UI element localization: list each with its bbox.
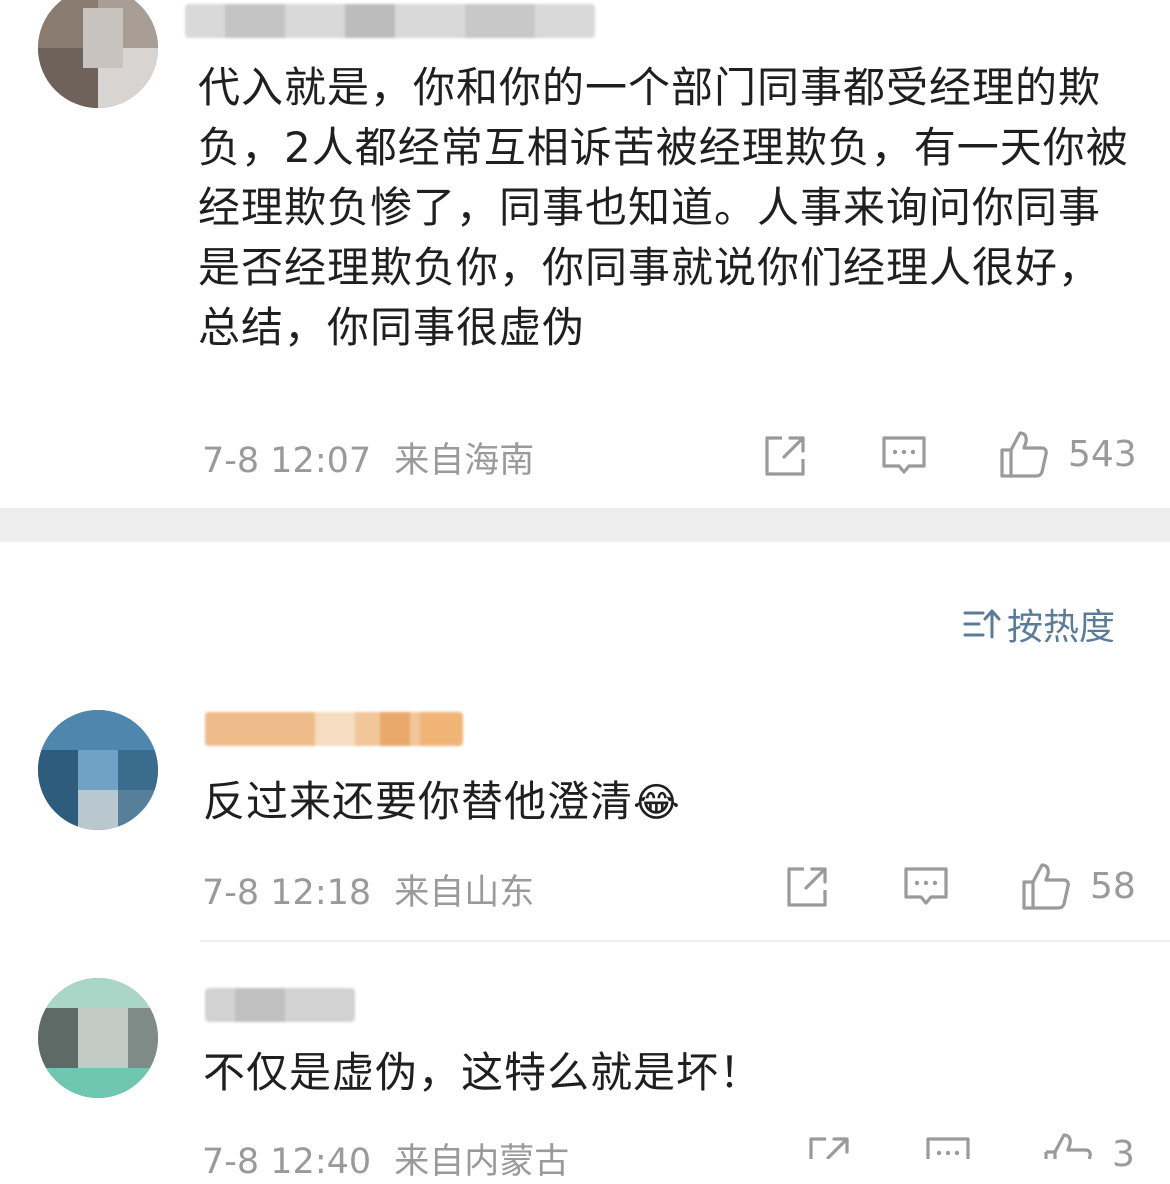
comment-meta: 7-8 12:18 来自山东 bbox=[202, 864, 534, 915]
share-icon[interactable] bbox=[784, 864, 830, 910]
comment-time: 7-8 12:40 bbox=[202, 1142, 372, 1182]
avatar[interactable] bbox=[38, 710, 158, 830]
laughing-emoji: 😂 bbox=[633, 780, 681, 826]
like-count: 3 bbox=[1112, 1134, 1135, 1175]
thumbs-up-icon[interactable] bbox=[1042, 1130, 1094, 1159]
comment-icon[interactable] bbox=[880, 433, 928, 479]
comment-icon[interactable] bbox=[902, 864, 950, 910]
comment-meta: 7-8 12:07 来自海南 bbox=[202, 432, 534, 483]
comment-text: 反过来还要你替他澄清😂 bbox=[203, 772, 903, 833]
comment-text-content: 反过来还要你替他澄清 bbox=[203, 777, 634, 826]
thumbs-up-icon[interactable] bbox=[1020, 860, 1072, 912]
sort-label: 按热度 bbox=[1007, 607, 1116, 648]
comment-divider bbox=[200, 940, 1170, 942]
sort-by-hot-button[interactable]: 按热度 bbox=[963, 600, 1115, 648]
section-divider bbox=[0, 508, 1170, 542]
comment-location: 来自内蒙古 bbox=[394, 1142, 570, 1182]
avatar[interactable] bbox=[38, 0, 158, 108]
thumbs-up-icon[interactable] bbox=[998, 428, 1050, 480]
share-icon[interactable] bbox=[806, 1134, 852, 1159]
comment-location: 来自山东 bbox=[394, 873, 535, 913]
comment-text: 不仅是虚伪，这特么就是坏！ bbox=[203, 1048, 763, 1097]
avatar[interactable] bbox=[38, 978, 158, 1098]
comment-location: 来自海南 bbox=[394, 441, 535, 481]
sort-icon bbox=[963, 609, 1001, 639]
username-blurred[interactable] bbox=[205, 988, 355, 1022]
like-count: 58 bbox=[1090, 866, 1136, 907]
comment-time: 7-8 12:18 bbox=[202, 873, 372, 913]
comment-icon[interactable] bbox=[924, 1134, 972, 1159]
share-icon[interactable] bbox=[762, 433, 808, 479]
username-blurred[interactable] bbox=[185, 4, 595, 38]
username-blurred[interactable] bbox=[205, 712, 463, 746]
comment-time: 7-8 12:07 bbox=[202, 441, 372, 481]
like-count: 543 bbox=[1068, 434, 1137, 475]
comment-text: 代入就是，你和你的一个部门同事都受经理的欺负，2人都经常互相诉苦被经理欺负，有一… bbox=[198, 63, 1129, 352]
